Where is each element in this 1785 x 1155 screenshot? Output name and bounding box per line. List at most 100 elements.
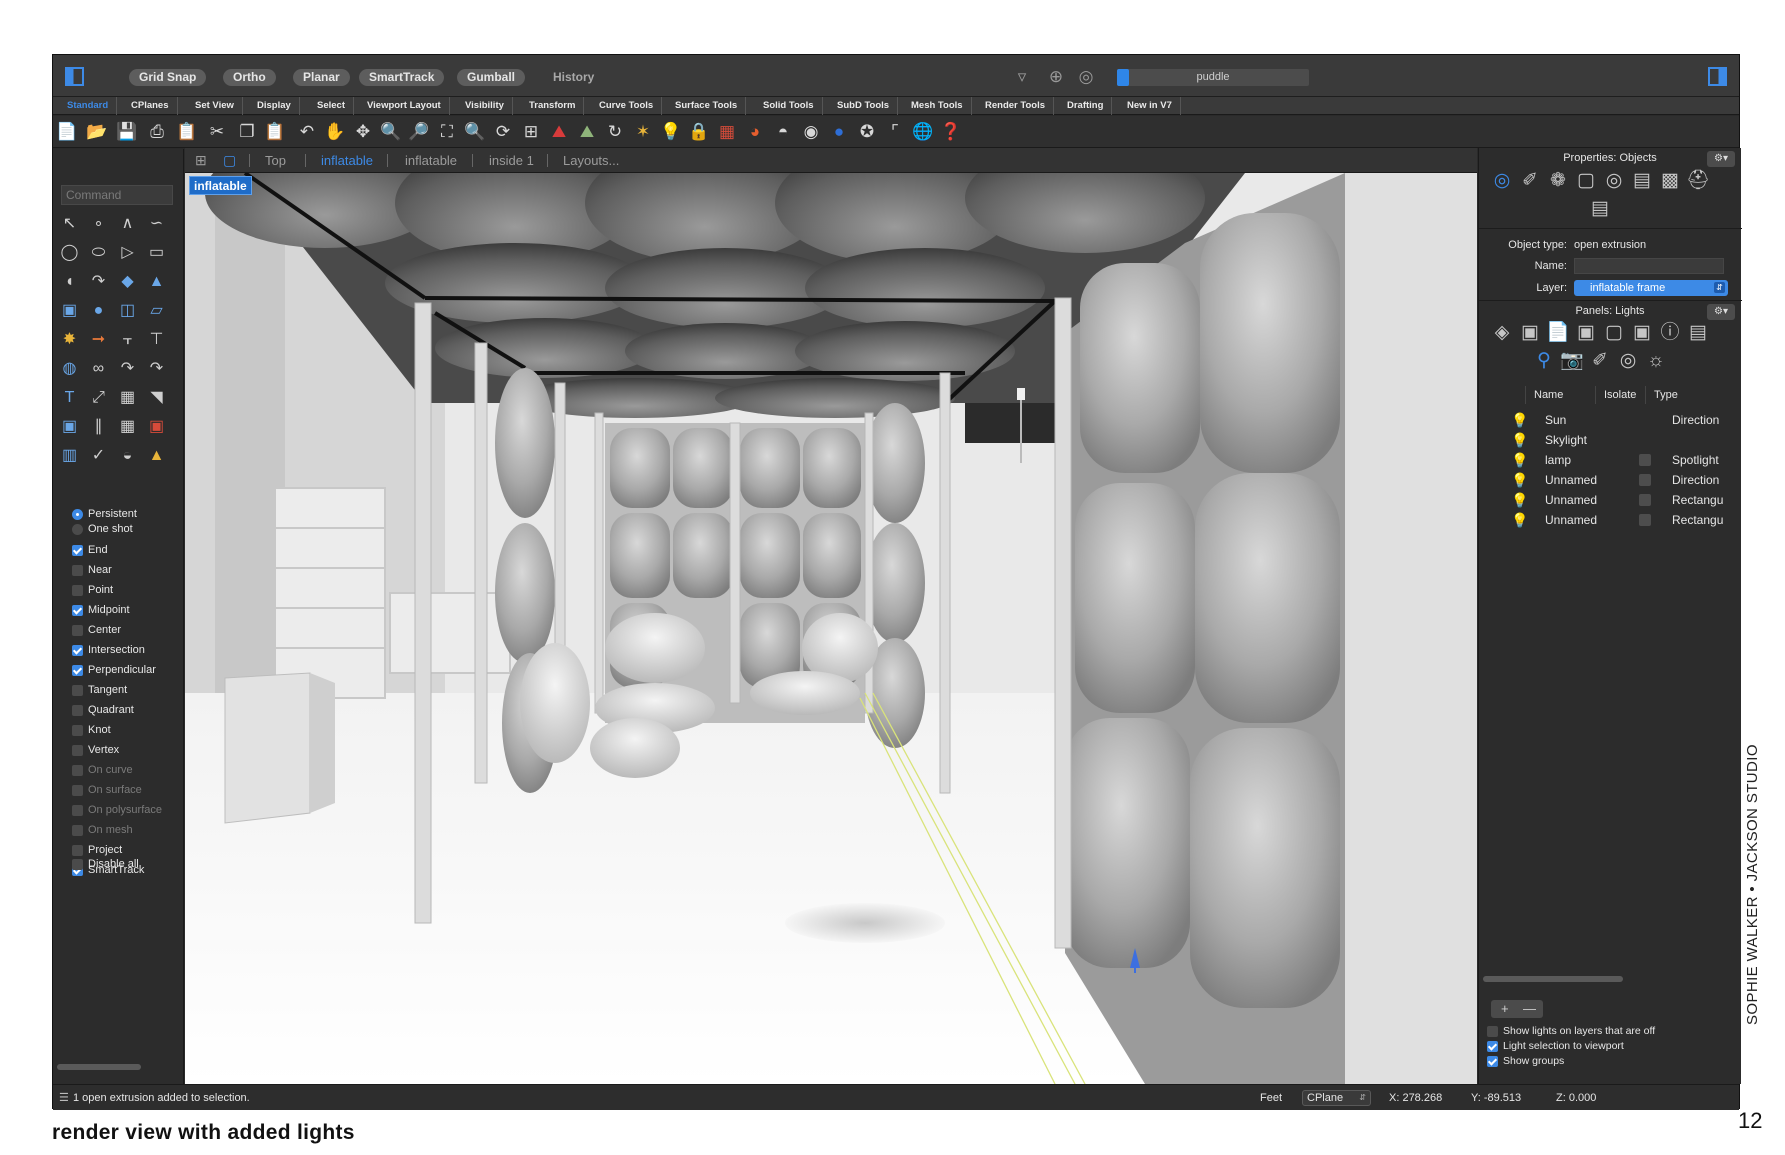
osnap-perpendicular[interactable]: Perpendicular — [72, 661, 156, 679]
lights-gear-icon[interactable]: ⚙▾ — [1707, 304, 1735, 320]
tab-surface-tools[interactable]: Surface Tools — [667, 97, 747, 115]
cplane-select[interactable]: CPlane ⇵ — [1302, 1090, 1371, 1106]
undo-view-icon[interactable]: ⟳ — [491, 120, 515, 144]
isolate-checkbox[interactable] — [1639, 514, 1651, 526]
viewport-single-icon[interactable]: ▢ — [223, 148, 236, 173]
smooth-tool-icon[interactable]: ◒ — [115, 443, 140, 468]
light-row[interactable]: 💡 Skylight — [1479, 430, 1742, 450]
viewport-layout-icon[interactable]: ⊞ — [519, 120, 543, 144]
tab-select[interactable]: Select — [309, 97, 354, 115]
layer-select[interactable]: inflatable frame ⇵ — [1574, 280, 1728, 296]
viewport-title[interactable]: inflatable — [189, 176, 252, 195]
osnap-vertex[interactable]: Vertex — [72, 741, 119, 759]
osnap-on-curve[interactable]: On curve — [72, 761, 133, 779]
tab-render-tools[interactable]: Render Tools — [977, 97, 1054, 115]
units-label[interactable]: Feet — [1260, 1085, 1282, 1111]
rendered-view-icon[interactable]: ⛰ — [575, 120, 599, 144]
zoom-extents-icon[interactable]: ⛶ — [435, 120, 459, 144]
add-light-icon[interactable]: + — [1501, 1000, 1509, 1018]
viewport-grid-icon[interactable]: ⊞ — [195, 148, 207, 173]
attribute-user-text-icon[interactable]: ▤ — [1587, 196, 1613, 222]
copy-icon[interactable]: ❐ — [235, 120, 259, 144]
osnap-end[interactable]: End — [72, 541, 108, 559]
array-tool-icon[interactable]: ▦ — [115, 385, 140, 410]
viewport-tab-layouts[interactable]: Layouts... — [563, 148, 619, 173]
osnap-on-mesh[interactable]: On mesh — [72, 821, 133, 839]
light-row[interactable]: 💡 Unnamed Rectangu — [1479, 510, 1742, 530]
curve-tool-icon[interactable]: ∽ — [144, 211, 169, 236]
hatch-tool-icon[interactable]: ▣ — [144, 414, 169, 439]
circle-tool-icon[interactable]: ◯ — [57, 240, 82, 265]
planar-toggle[interactable]: Planar — [293, 69, 350, 86]
rectangle-tool-icon[interactable]: ▭ — [144, 240, 169, 265]
osnap-intersection[interactable]: Intersection — [72, 641, 145, 659]
osnap-knot[interactable]: Knot — [72, 721, 111, 739]
light-bulb-icon[interactable]: 💡 — [1511, 510, 1528, 530]
viewport-tab-top[interactable]: Top — [265, 148, 286, 173]
print-icon[interactable]: ⎙ — [145, 120, 169, 144]
osnap-one-shot[interactable]: One shot — [72, 520, 133, 538]
boolean-tool-icon[interactable]: ◍ — [57, 356, 82, 381]
tab-standard[interactable]: Standard — [59, 97, 118, 115]
lights-col-isolate[interactable]: Isolate — [1595, 386, 1645, 404]
tab-solid-tools[interactable]: Solid Tools — [755, 97, 823, 115]
polygon-tool-icon[interactable]: ▷ — [115, 240, 140, 265]
smarttrack-toggle[interactable]: SmartTrack — [359, 69, 445, 86]
help-panel-icon[interactable]: ⓘ — [1657, 320, 1683, 346]
record-history-icon[interactable]: ◎ — [1075, 66, 1097, 88]
lights-option[interactable]: Light selection to viewport — [1487, 1038, 1624, 1054]
paste-icon[interactable]: 📋 — [263, 120, 287, 144]
dimension-icon[interactable]: ⌜ — [883, 120, 907, 144]
rotate-view-icon[interactable]: ✥ — [351, 120, 375, 144]
web-icon[interactable]: 🌐 — [911, 120, 935, 144]
cylinder-tool-icon[interactable]: ◫ — [115, 298, 140, 323]
polyline-tool-icon[interactable]: ∧ — [115, 211, 140, 236]
render-settings-icon[interactable]: ✪ — [855, 120, 879, 144]
new-file-icon[interactable]: 📄 — [55, 120, 79, 144]
lights-option[interactable]: Show groups — [1487, 1053, 1564, 1069]
lights-col-name[interactable]: Name — [1525, 386, 1595, 404]
tab-set-view[interactable]: Set View — [187, 97, 243, 115]
light-bulb-icon[interactable]: 💡 — [1511, 490, 1528, 510]
tab-mesh-tools[interactable]: Mesh Tools — [903, 97, 972, 115]
add-remove-light-buttons[interactable]: + — — [1491, 1000, 1543, 1018]
tab-transform[interactable]: Transform — [521, 97, 585, 115]
trim-tool-icon[interactable]: ➞ — [86, 327, 111, 352]
remove-light-icon[interactable]: — — [1523, 1000, 1536, 1018]
tab-subd-tools[interactable]: SubD Tools — [829, 97, 899, 115]
surface-tool-icon[interactable]: ◆ — [115, 269, 140, 294]
tab-drafting[interactable]: Drafting — [1059, 97, 1113, 115]
command-input[interactable] — [61, 185, 173, 205]
sun-panel-icon[interactable]: ☼ — [1643, 348, 1669, 374]
named-views-icon[interactable]: ▢ — [1601, 320, 1627, 346]
osnap-center[interactable]: Center — [72, 621, 121, 639]
light-bulb-icon[interactable]: 💡 — [1511, 450, 1528, 470]
viewport-tab-inflatable-1[interactable]: inflatable — [321, 148, 373, 173]
zoom-selected-icon[interactable]: 🔍 — [463, 120, 487, 144]
offset-tool-icon[interactable]: ↷ — [115, 356, 140, 381]
box-tool-icon[interactable]: ▣ — [57, 298, 82, 323]
tab-new-in-v7[interactable]: New in V7 — [1119, 97, 1181, 115]
grid-array-icon[interactable]: ▦ — [115, 414, 140, 439]
history-toggle[interactable]: History — [553, 69, 594, 86]
grid-snap-toggle[interactable]: Grid Snap — [129, 69, 207, 86]
select-tool-icon[interactable]: ↖ — [57, 211, 82, 236]
light-row[interactable]: 💡 lamp Spotlight — [1479, 450, 1742, 470]
patch-tool-icon[interactable]: ▲ — [144, 269, 169, 294]
osnap-tangent[interactable]: Tangent — [72, 681, 127, 699]
extend-tool-icon[interactable]: ↷ — [144, 356, 169, 381]
tab-cplanes[interactable]: CPlanes — [123, 97, 178, 115]
light-bulb-icon[interactable]: 💡 — [1511, 470, 1528, 490]
open-file-icon[interactable]: 📂 — [85, 120, 109, 144]
zoom-icon[interactable]: 🔍 — [379, 120, 403, 144]
render-icon[interactable]: ● — [827, 120, 851, 144]
ortho-toggle[interactable]: Ortho — [223, 69, 276, 86]
osnap-quadrant[interactable]: Quadrant — [72, 701, 134, 719]
osnap-on-surface[interactable]: On surface — [72, 781, 142, 799]
command-history-icon[interactable]: ☰ — [59, 1085, 69, 1111]
osnap-midpoint[interactable]: Midpoint — [72, 601, 130, 619]
decal-properties-icon[interactable]: ▢ — [1573, 168, 1599, 194]
ellipse-tool-icon[interactable]: ⬭ — [86, 240, 111, 265]
layers-panel-icon[interactable]: ◈ — [1489, 320, 1515, 346]
dimension-tool-icon[interactable]: ∥ — [86, 414, 111, 439]
